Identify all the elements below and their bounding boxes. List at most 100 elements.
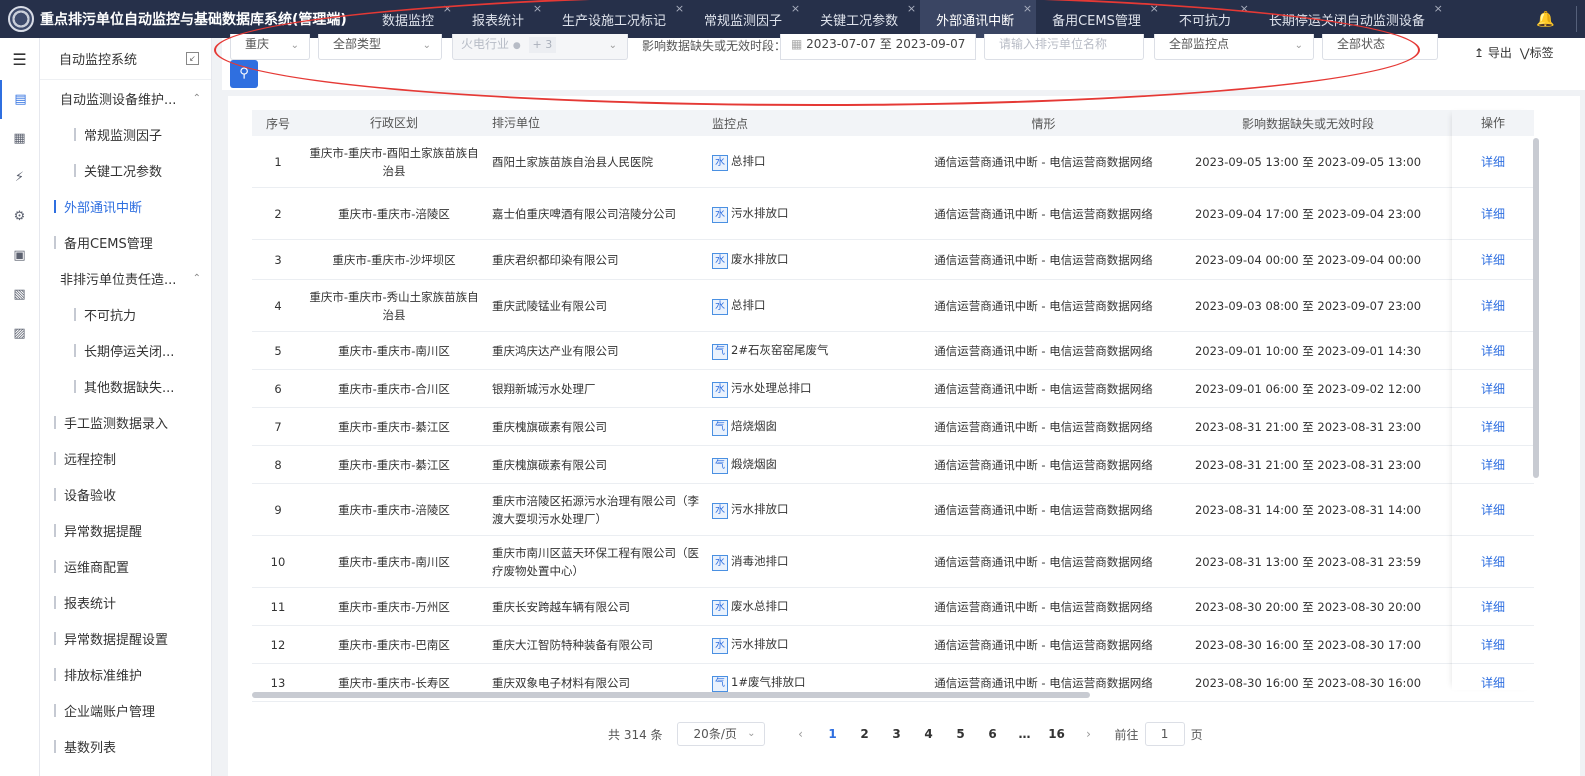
cell-point: 水消毒池排口 [704,553,904,571]
detail-link[interactable]: 详细 [1452,446,1534,484]
detail-link[interactable]: 详细 [1452,664,1534,702]
tab-item[interactable]: 数据监控 × [366,0,456,38]
cell-point: 气煅烧烟囱 [704,456,904,474]
sidebar-item[interactable]: 外部通讯中断 [40,188,211,224]
org-name-input[interactable]: 请输入排污单位名称 [984,34,1144,60]
detail-link[interactable]: 详细 [1452,408,1534,446]
tab-item[interactable]: 常规监测因子 × [688,0,804,38]
settings-gear-icon[interactable]: ⚙ [0,197,39,236]
detail-link[interactable]: 详细 [1452,188,1534,240]
sidebar-item[interactable]: 异常数据提醒 [40,512,211,548]
type-select[interactable]: 全部类型 ⌄ [318,34,442,60]
close-icon[interactable]: × [443,2,452,15]
detail-link[interactable]: 详细 [1452,370,1534,408]
lightning-icon[interactable]: ⚡ [0,158,39,197]
next-page-button[interactable]: › [1073,727,1105,741]
prev-page-button[interactable]: ‹ [785,727,817,741]
document-icon[interactable]: ▨ [0,314,39,353]
sidebar-item[interactable]: 企业端账户管理 [40,692,211,728]
search-button[interactable]: ⚲ [230,60,258,88]
sliders-icon[interactable]: ▧ [0,275,39,314]
page-button[interactable]: 3 [881,727,913,741]
tab-item[interactable]: 生产设施工况标记 × [546,0,688,38]
close-icon[interactable]: × [675,2,684,15]
sidebar-item[interactable]: 运维商配置 [40,548,211,584]
close-icon[interactable]: × [791,2,800,15]
region-select[interactable]: 重庆 ⌄ [230,34,310,60]
page-size-select[interactable]: 20条/页 ⌄ [676,722,765,746]
status-select[interactable]: 全部状态 [1322,34,1438,60]
bell-icon[interactable]: 🔔 [1536,10,1555,28]
close-icon[interactable]: × [1150,2,1159,15]
tab-item[interactable]: 长期停运关闭自动监测设备 × [1253,0,1447,38]
sidebar-item[interactable]: 远程控制 [40,440,211,476]
detail-link[interactable]: 详细 [1452,484,1534,536]
sidebar-item[interactable]: 非排污单位责任造... ⌃ [40,260,211,296]
date-range-picker[interactable]: ▦ 2023-07-07 至 2023-09-07 [780,34,976,60]
device-icon[interactable]: ▦ [0,119,39,158]
close-icon[interactable]: × [1240,2,1249,15]
sidebar-item[interactable]: 常规监测因子 [40,116,211,152]
table-card: 序号 行政区划 排污单位 监控点 情形 影响数据缺失或无效时段 1 重庆市-重庆市… [228,96,1580,776]
sidebar-item[interactable]: 排放标准维护 [40,656,211,692]
tab-label: 关键工况参数 [820,13,899,29]
sidebar-item[interactable]: 备用CEMS管理 [40,224,211,260]
sidebar-item[interactable]: 异常数据提醒设置 [40,620,211,656]
page-button[interactable]: 6 [977,727,1009,741]
cell-region: 重庆市-重庆市-涪陵区 [338,206,450,221]
tag-button[interactable]: ⋁标签 [1520,46,1554,60]
sidebar-item[interactable]: 手工监测数据录入 [40,404,211,440]
sidebar-item[interactable]: 其他数据缺失... [40,368,211,404]
detail-link[interactable]: 详细 [1452,136,1534,188]
collapse-icon[interactable]: ↙ [186,52,199,65]
indent-bar [74,127,76,141]
horizontal-scrollbar[interactable] [252,692,1090,698]
indent-bar [54,451,56,465]
tag-label: 标签 [1529,46,1554,60]
industry-select[interactable]: 火电行业 ● + 3 ⌄ [452,34,628,60]
page-button[interactable]: 5 [945,727,977,741]
page-button[interactable]: … [1009,727,1041,741]
detail-link[interactable]: 详细 [1452,536,1534,588]
sidebar-item[interactable]: 基数列表 [40,728,211,764]
sidebar-item[interactable]: 设备验收 [40,476,211,512]
page-button[interactable]: 16 [1041,727,1073,741]
detail-link[interactable]: 详细 [1452,626,1534,664]
export-button[interactable]: ↥ 导出 [1474,46,1512,60]
tab-item[interactable]: 关键工况参数 × [804,0,920,38]
hamburger-menu-icon[interactable]: ☰ [0,38,39,80]
monitor-chart-icon[interactable]: ▤ [0,80,39,119]
detail-link[interactable]: 详细 [1452,588,1534,626]
vertical-scrollbar[interactable] [1533,138,1539,478]
goto-page-input[interactable]: 1 [1144,722,1185,746]
search-icon: ⚲ [239,66,249,81]
sidebar-item[interactable]: 长期停运关闭... [40,332,211,368]
tab-item[interactable]: 报表统计 × [456,0,546,38]
sidebar-item[interactable]: 关键工况参数 [40,152,211,188]
cell-period: 2023-09-04 00:00 至 2023-09-04 00:00 [1194,252,1422,267]
page-button[interactable]: 2 [849,727,881,741]
sidebar-item[interactable]: 自动监测设备维护... ⌃ [40,80,211,116]
close-icon[interactable]: × [533,2,542,15]
detail-link[interactable]: 详细 [1452,280,1534,332]
tab-item[interactable]: 备用CEMS管理 × [1036,0,1163,38]
col-header-org: 排污单位 [492,116,541,130]
detail-link[interactable]: 详细 [1452,240,1534,280]
cell-idx: 4 [274,298,282,313]
point-select[interactable]: 全部监控点 ⌄ [1154,34,1314,60]
tab-item[interactable]: 外部通讯中断 × [920,0,1037,38]
close-icon[interactable]: × [1023,2,1032,15]
page-button[interactable]: 1 [817,727,849,741]
detail-link[interactable]: 详细 [1452,332,1534,370]
sidebar-item[interactable]: 报表统计 [40,584,211,620]
screen-icon[interactable]: ▣ [0,236,39,275]
tab-item[interactable]: 不可抗力 × [1163,0,1253,38]
cell-org: 重庆槐旗碳素有限公司 [492,457,607,472]
chevron-up-icon: ⌃ [192,92,201,104]
cell-period: 2023-08-31 21:00 至 2023-08-31 23:00 [1194,419,1422,434]
close-icon[interactable]: × [1434,2,1443,15]
page-button[interactable]: 4 [913,727,945,741]
close-icon[interactable]: × [907,2,916,15]
cell-situation: 通信运营商通讯中断 - 电信运营商数据网络 [934,154,1153,169]
sidebar-item[interactable]: 不可抗力 [40,296,211,332]
